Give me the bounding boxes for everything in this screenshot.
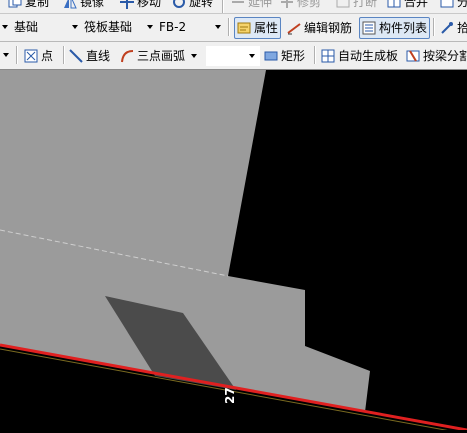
trim-label: 修剪 — [297, 0, 322, 9]
type-select-value: 筏板基础 — [84, 20, 133, 34]
split-button[interactable]: 分 — [440, 0, 467, 13]
floor-select[interactable]: 基础 — [0, 18, 64, 36]
extend-icon — [231, 0, 245, 9]
merge-button[interactable]: 合并 — [387, 0, 428, 13]
split-by-beam-label: 按梁分割 — [423, 49, 467, 63]
trim-button[interactable]: 修剪 — [280, 0, 321, 13]
three-point-arc-button[interactable]: 三点画弧 — [120, 45, 198, 67]
copy-icon — [8, 0, 22, 9]
line-button[interactable]: 直线 — [69, 45, 110, 67]
merge-icon — [387, 0, 401, 9]
copy-label: 复制 — [25, 0, 50, 9]
auto-generate-slab-button[interactable]: 自动生成板 — [321, 45, 398, 67]
rect-label: 矩形 — [281, 49, 306, 63]
pick-button[interactable]: 拾 — [440, 17, 467, 39]
line-label: 直线 — [86, 49, 111, 63]
auto-generate-slab-label: 自动生成板 — [338, 49, 399, 63]
merge-label: 合并 — [404, 0, 429, 9]
split-by-beam-icon — [406, 49, 420, 63]
move-label: 移动 — [137, 0, 162, 9]
break-label: 打断 — [353, 0, 378, 9]
draw-mode-select[interactable] — [206, 46, 260, 66]
extend-button[interactable]: 延伸 — [231, 0, 272, 13]
point-label: 点 — [41, 49, 54, 63]
edit-rebar-icon — [287, 21, 301, 35]
move-button[interactable]: 移动 — [120, 0, 161, 13]
chevron-down-icon — [2, 25, 8, 29]
rectangle-icon — [264, 49, 278, 63]
rect-button[interactable]: 矩形 — [264, 45, 305, 67]
split-label: 分 — [457, 0, 467, 13]
rotate-label: 旋转 — [189, 0, 214, 9]
rotate-icon — [172, 0, 186, 9]
drawing-canvas[interactable]: 27 — [0, 70, 467, 433]
mirror-label: 镜像 — [80, 0, 105, 9]
point-icon — [24, 49, 38, 63]
mirror-icon — [63, 0, 77, 9]
split-icon — [440, 0, 454, 9]
break-icon — [336, 0, 350, 9]
edit-rebar-button[interactable]: 编辑钢筋 — [287, 17, 352, 39]
chevron-down-icon — [3, 53, 9, 57]
rotate-button[interactable]: 旋转 — [172, 0, 213, 13]
dimension-label: 27 — [223, 387, 237, 404]
component-list-label: 构件列表 — [379, 21, 428, 35]
break-button[interactable]: 打断 — [336, 0, 377, 13]
copy-button[interactable]: 复制 — [8, 0, 49, 13]
trim-icon — [280, 0, 294, 9]
floor-select-value: 基础 — [14, 20, 39, 34]
chevron-down-icon — [147, 25, 153, 29]
point-button[interactable]: 点 — [24, 45, 53, 67]
extend-label: 延伸 — [248, 0, 273, 9]
properties-label: 属性 — [254, 21, 279, 35]
component-name-value: FB-2 — [159, 20, 187, 34]
type-select[interactable]: 筏板基础 — [70, 18, 142, 36]
component-name-select[interactable]: FB-2 — [145, 18, 225, 36]
pick-label: 拾 — [457, 17, 467, 39]
edit-toolbar: 复制 镜像 移动 旋转 延伸 修剪 打断 合并 — [0, 0, 467, 14]
mirror-button[interactable]: 镜像 — [63, 0, 104, 13]
component-list-button[interactable]: 构件列表 — [359, 17, 431, 39]
edit-rebar-label: 编辑钢筋 — [304, 21, 353, 35]
arc-icon — [120, 49, 134, 63]
chevron-down-icon — [72, 25, 78, 29]
move-icon — [120, 0, 134, 9]
component-toolbar: 基础 筏板基础 FB-2 属性 编辑钢筋 构件列表 拾 — [0, 14, 467, 42]
properties-icon — [237, 21, 251, 35]
grid-icon — [321, 49, 335, 63]
chevron-down-icon — [215, 25, 221, 29]
three-point-arc-label: 三点画弧 — [137, 49, 186, 63]
draw-toolbar: 点 直线 三点画弧 矩形 自动生成板 按梁分割 — [0, 42, 467, 70]
split-by-beam-button[interactable]: 按梁分割 — [406, 45, 467, 67]
list-icon — [362, 21, 376, 35]
chevron-down-icon — [191, 54, 198, 58]
eyedropper-icon — [440, 21, 454, 35]
chevron-down-icon — [249, 54, 255, 58]
line-icon — [69, 49, 83, 63]
properties-button[interactable]: 属性 — [234, 17, 282, 39]
